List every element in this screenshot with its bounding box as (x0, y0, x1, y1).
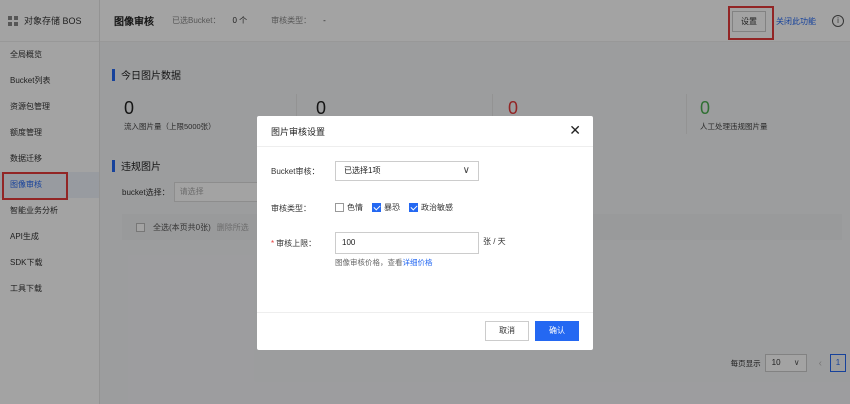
required-marker: * (271, 239, 275, 248)
bucket-review-select[interactable]: 已选择1项 ∨ (335, 161, 479, 181)
type-terror-label: 暴恐 (384, 203, 400, 212)
price-detail-link[interactable]: 详细价格 (403, 258, 433, 267)
cancel-button[interactable]: 取消 (485, 321, 529, 341)
price-hint: 图像审核价格，查看详细价格 (335, 257, 433, 268)
bucket-review-value: 已选择1项 (344, 166, 381, 175)
review-type-form-label: 审核类型： (271, 204, 311, 213)
dialog-footer-divider (257, 312, 593, 313)
chevron-down-icon: ∨ (462, 165, 470, 176)
type-terror-checkbox[interactable] (372, 203, 381, 212)
price-hint-text: 图像审核价格，查看 (335, 258, 403, 267)
close-icon[interactable]: ✕ (569, 121, 581, 139)
dialog-title: 图片审核设置 (271, 127, 326, 137)
confirm-button[interactable]: 确认 (535, 321, 579, 341)
review-limit-unit: 张 / 天 (483, 237, 506, 246)
type-political-label: 政治敏感 (421, 203, 453, 212)
review-settings-dialog: 图片审核设置 ✕ Bucket审核： 已选择1项 ∨ 审核类型： 色情 暴恐 政… (257, 116, 593, 350)
review-limit-input[interactable]: 100 (335, 232, 479, 254)
type-porn-label: 色情 (347, 203, 363, 212)
review-limit-text: 审核上限： (276, 239, 317, 248)
review-type-options: 色情 暴恐 政治敏感 (335, 202, 462, 213)
bucket-review-label: Bucket审核： (271, 167, 320, 176)
review-limit-label: * 审核上限： (271, 238, 316, 249)
type-political-checkbox[interactable] (409, 203, 418, 212)
dialog-divider (257, 146, 593, 147)
type-porn-checkbox[interactable] (335, 203, 344, 212)
